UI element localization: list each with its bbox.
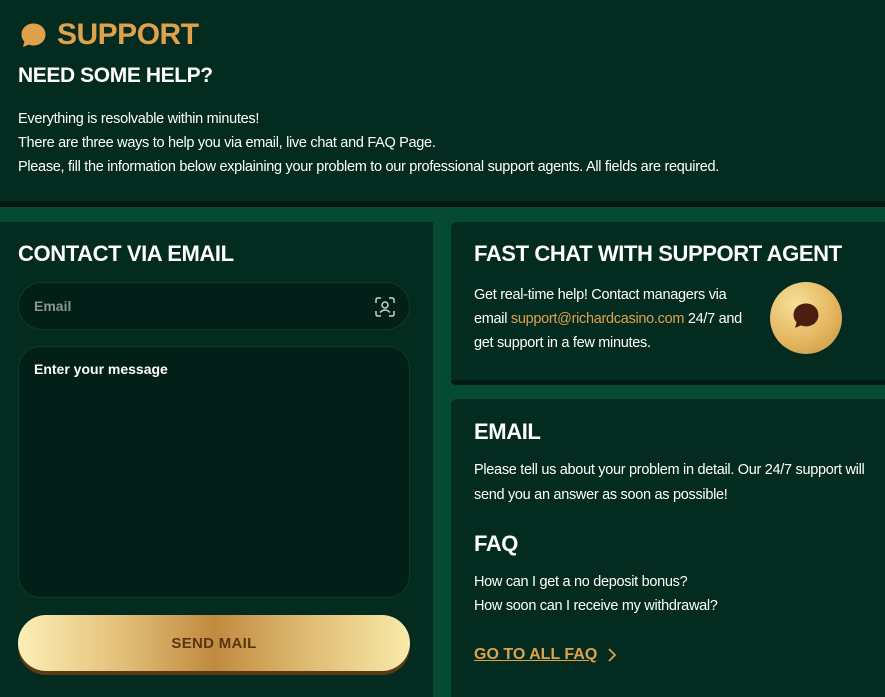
help-heading: NEED SOME HELP?: [18, 64, 213, 87]
chat-bubble-icon: [792, 302, 820, 335]
faq-title: FAQ: [474, 531, 519, 556]
faq-question[interactable]: How can I get a no deposit bonus?: [474, 570, 718, 594]
contact-title: CONTACT VIA EMAIL: [18, 241, 234, 266]
email-section-title: EMAIL: [474, 419, 541, 444]
support-email-link[interactable]: support@richardcasino.com: [511, 311, 685, 327]
open-chat-button[interactable]: [770, 282, 842, 354]
send-mail-button[interactable]: SEND MAIL: [18, 615, 410, 671]
email-section-text: Please tell us about your problem in det…: [474, 462, 865, 503]
message-input[interactable]: [34, 361, 394, 586]
chat-title: FAST CHAT WITH SUPPORT AGENT: [474, 241, 842, 266]
user-scan-icon[interactable]: [375, 297, 395, 317]
header-divider: [0, 201, 885, 207]
intro-line: Everything is resolvable within minutes!: [18, 111, 260, 127]
go-to-all-faq-link[interactable]: GO TO ALL FAQ: [474, 646, 617, 664]
intro-text: Everything is resolvable within minutes!…: [18, 107, 719, 179]
chat-description: Get real-time help! Contact managers via…: [474, 283, 754, 355]
faq-link-label[interactable]: GO TO ALL FAQ: [474, 646, 597, 664]
message-field[interactable]: [18, 346, 410, 598]
faq-question[interactable]: How soon can I receive my withdrawal?: [474, 594, 718, 618]
panel-shadow: [451, 380, 885, 385]
chat-bubble-icon: [20, 22, 47, 49]
faq-list: How can I get a no deposit bonus? How so…: [474, 570, 718, 618]
chevron-right-icon: [607, 648, 617, 662]
support-title-row: SUPPORT: [20, 18, 199, 52]
email-input[interactable]: [34, 283, 364, 329]
intro-line: Please, fill the information below expla…: [18, 159, 719, 175]
email-field[interactable]: [18, 282, 410, 330]
page-title: SUPPORT: [57, 18, 199, 51]
intro-line: There are three ways to help you via ema…: [18, 135, 436, 151]
